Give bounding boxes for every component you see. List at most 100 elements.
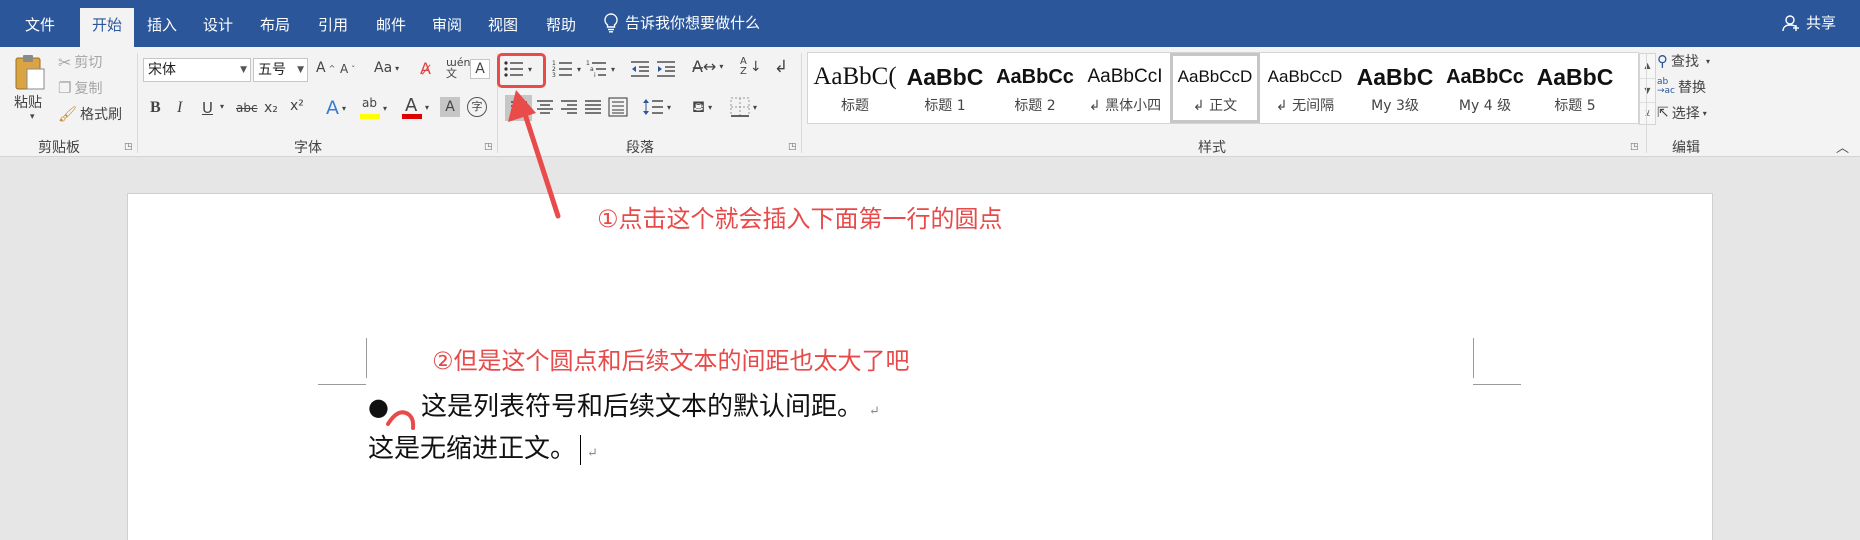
styles-launcher-icon[interactable]: ◳ — [1630, 142, 1639, 152]
tab-review[interactable]: 审阅 — [420, 8, 474, 47]
highlight-button[interactable]: ab ▾ — [360, 96, 387, 120]
document-body-line[interactable]: 这是无缩进正文。 ↵ — [368, 428, 598, 465]
italic-button[interactable]: I — [177, 99, 182, 117]
subscript-button[interactable]: x₂ — [264, 100, 278, 116]
style-name: 标题 2 — [1014, 98, 1056, 114]
styles-scrollbar[interactable]: ▲ ▼ ⊻ — [1639, 53, 1656, 125]
line-spacing-button[interactable]: ▾ — [642, 97, 671, 117]
borders-button[interactable]: ▾ — [730, 97, 757, 117]
decrease-indent-icon — [631, 61, 649, 77]
tab-home[interactable]: 开始 — [80, 8, 134, 47]
align-center-icon — [537, 100, 553, 114]
font-name-combo[interactable]: 宋体 ▼ — [143, 58, 251, 82]
style-heading-5[interactable]: AaBbC 标题 5 — [1530, 53, 1620, 123]
tab-mailings[interactable]: 邮件 — [364, 8, 418, 47]
styles-group-label: 样式 — [1198, 140, 1226, 156]
style-no-spacing[interactable]: AaBbCcD ↲ 无间隔 — [1260, 53, 1350, 123]
paste-button[interactable] — [14, 53, 46, 91]
replace-icon: ab →ac — [1657, 77, 1676, 96]
style-heading-1[interactable]: AaBbC 标题 1 — [900, 53, 990, 123]
document-page[interactable]: ①点击这个就会插入下面第一行的圆点 ②但是这个圆点和后续文本的间距也太大了吧 ●… — [127, 193, 1713, 540]
find-button[interactable]: ⚲ 查找 ▾ — [1657, 51, 1710, 71]
replace-button[interactable]: ab →ac 替换 — [1657, 77, 1706, 97]
clear-formatting-button[interactable]: A̷ — [420, 59, 431, 78]
scroll-down-icon[interactable]: ▼ — [1640, 78, 1655, 102]
borders-icon — [730, 97, 750, 117]
font-size-combo[interactable]: 五号 ▼ — [253, 58, 308, 82]
increase-indent-button[interactable] — [655, 59, 677, 79]
select-button[interactable]: ⇱ 选择 ▾ — [1657, 103, 1707, 123]
tab-references[interactable]: 引用 — [306, 8, 360, 47]
style-my-3[interactable]: AaBbC My 3级 — [1350, 53, 1440, 123]
chinese-layout-button[interactable]: A̶↔ ▾ — [692, 57, 723, 76]
style-preview: AaBbC( — [813, 63, 897, 90]
style-name: 标题 5 — [1554, 98, 1596, 114]
paragraph-mark: ↵ — [868, 404, 880, 419]
tab-design[interactable]: 设计 — [191, 8, 245, 47]
cut-button[interactable]: ✂ 剪切 — [58, 52, 102, 72]
tab-insert[interactable]: 插入 — [135, 8, 189, 47]
strikethrough-button[interactable]: abc — [236, 101, 258, 115]
style-preview: AaBbCcI — [1087, 66, 1163, 87]
align-left-button[interactable] — [505, 95, 532, 121]
font-name-value: 宋体 — [148, 62, 176, 78]
tell-me-search[interactable]: 告诉我你想要做什么 — [603, 12, 760, 33]
tab-view[interactable]: 视图 — [476, 8, 530, 47]
style-name: 标题 1 — [924, 98, 966, 114]
shrink-font-button[interactable]: Aˇ — [340, 62, 355, 76]
underline-button[interactable]: U — [202, 99, 213, 117]
show-formatting-marks-button[interactable]: ↲ — [774, 57, 788, 77]
paragraph-launcher-icon[interactable]: ◳ — [788, 142, 797, 152]
font-launcher-icon[interactable]: ◳ — [484, 142, 493, 152]
underline-dropdown-icon[interactable]: ▾ — [220, 102, 224, 111]
style-title[interactable]: AaBbC( 标题 — [810, 53, 900, 123]
style-preview: AaBbCcD — [1177, 67, 1253, 86]
tab-help[interactable]: 帮助 — [534, 8, 588, 47]
justify-button[interactable] — [584, 99, 602, 115]
styles-gallery: AaBbC( 标题 AaBbC 标题 1 AaBbCc 标题 2 AaBbCcI… — [807, 52, 1656, 125]
share-button[interactable]: 共享 — [1782, 12, 1836, 33]
eraser-icon: A̷ — [420, 59, 431, 78]
grow-font-button[interactable]: A ^ — [316, 60, 335, 76]
style-heading-2[interactable]: AaBbCc 标题 2 — [990, 53, 1080, 123]
tab-file[interactable]: 文件 — [10, 8, 70, 47]
enclose-characters-button[interactable]: 字 — [467, 97, 487, 117]
style-preview: AaBbC — [1356, 64, 1434, 90]
bold-button[interactable]: B — [150, 99, 161, 117]
style-heiti-xiaosi[interactable]: AaBbCcI ↲ 黑体小四 — [1080, 53, 1170, 123]
paste-label[interactable]: 粘贴 — [14, 92, 42, 112]
document-bullet-line[interactable]: ● 这是列表符号和后续文本的默认间距。 ↵ — [368, 386, 880, 423]
style-normal[interactable]: AaBbCcD ↲ 正文 — [1170, 53, 1260, 123]
more-styles-icon[interactable]: ⊻ — [1640, 102, 1655, 124]
numbering-button[interactable]: 1 2 3 ▾ — [552, 59, 581, 79]
align-right-button[interactable] — [560, 99, 578, 115]
text-effects-button[interactable]: A ▾ — [326, 97, 346, 119]
character-shading-button[interactable]: A — [440, 97, 460, 117]
clipboard-paste-icon — [15, 55, 45, 90]
multilevel-list-button[interactable]: 1 a i ▾ — [586, 59, 615, 79]
clipboard-launcher-icon[interactable]: ◳ — [124, 142, 133, 152]
style-my-4[interactable]: AaBbCc My 4 级 — [1440, 53, 1530, 123]
change-case-button[interactable]: Aa ▾ — [374, 60, 399, 76]
decrease-indent-button[interactable] — [629, 59, 651, 79]
tab-layout[interactable]: 布局 — [248, 8, 302, 47]
sort-button[interactable]: A Z ↓ — [740, 57, 762, 77]
char-border-icon: A — [470, 59, 490, 79]
font-color-button[interactable]: A ▾ — [402, 95, 429, 120]
phonetic-guide-button[interactable]: ɯén 文 — [446, 57, 470, 79]
bullet-symbol: ● — [368, 393, 389, 421]
character-border-button[interactable]: A — [470, 59, 490, 79]
align-center-button[interactable] — [536, 99, 554, 115]
shading-button[interactable]: ⛾ ▾ — [692, 97, 712, 118]
margin-corner-tl-horizontal — [318, 384, 366, 385]
collapse-ribbon-icon[interactable]: ︿ — [1836, 137, 1849, 156]
enclosed-char-icon: 字 — [467, 97, 487, 117]
scissors-icon: ✂ — [58, 52, 72, 72]
chinese-layout-icon: A̶↔ — [692, 57, 717, 76]
format-painter-button[interactable]: 🖌 格式刷 — [58, 104, 122, 124]
paste-dropdown-icon[interactable]: ▾ — [30, 112, 35, 122]
copy-button[interactable]: ❐ 复制 — [58, 78, 102, 98]
distributed-button[interactable] — [608, 97, 628, 117]
scroll-up-icon[interactable]: ▲ — [1640, 54, 1655, 78]
superscript-button[interactable]: x² — [290, 98, 304, 114]
